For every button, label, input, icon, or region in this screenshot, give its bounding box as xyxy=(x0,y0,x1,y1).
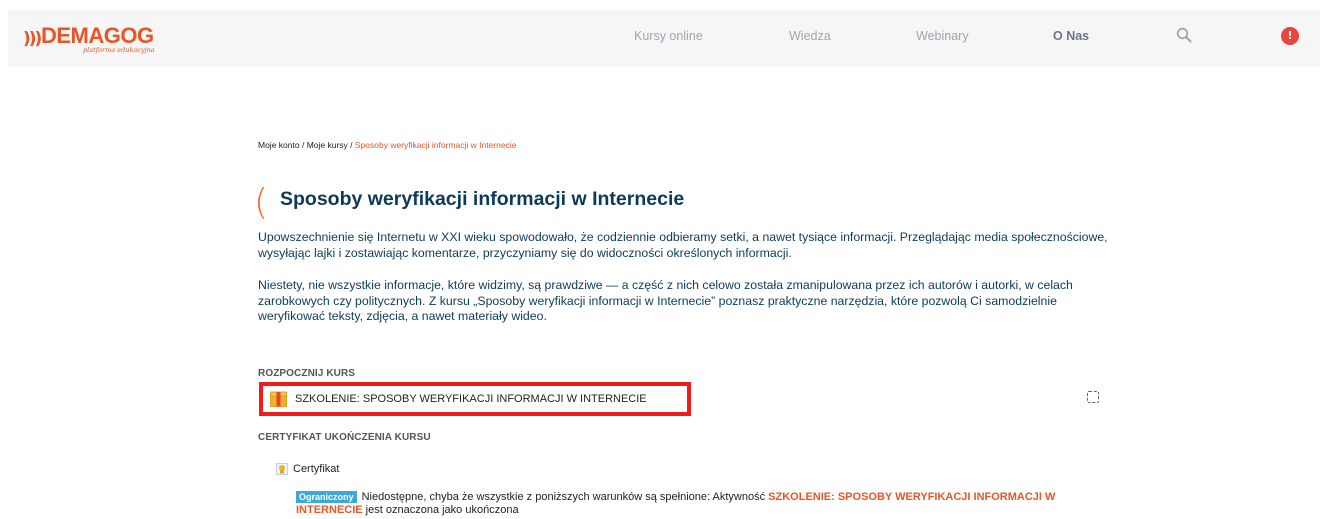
search-icon[interactable] xyxy=(1176,27,1192,43)
activity-training-link[interactable]: SZKOLENIE: SPOSOBY WERYFIKACJI INFORMACJ… xyxy=(259,382,691,416)
section-heading-certificate: CERTYFIKAT UKOŃCZENIA KURSU xyxy=(258,432,431,443)
restriction-text: Niedostępne, chyba że wszystkie z poniżs… xyxy=(361,491,769,503)
breadcrumb: Moje konto / Moje kursy / Sposoby weryfi… xyxy=(258,140,516,150)
restriction-text-end: jest oznaczona jako ukończona xyxy=(362,504,519,516)
package-icon xyxy=(270,391,287,407)
sound-waves-icon: ))) xyxy=(23,29,42,49)
certificate-activity-link[interactable]: Certyfikat xyxy=(293,463,339,475)
top-navbar: ))) DEMAGOG platforma edukacyjna Kursy o… xyxy=(8,10,1320,67)
breadcrumb-separator: / xyxy=(299,140,307,150)
title-bracket-decoration: ( xyxy=(254,182,269,223)
section-heading-start-course: ROZPOCZNIJ KURS xyxy=(258,368,356,379)
course-description-paragraph: Upowszechnienie się Internetu w XXI wiek… xyxy=(258,230,1108,260)
breadcrumb-separator: / xyxy=(347,140,355,150)
demagog-logo[interactable]: ))) DEMAGOG platforma edukacyjna xyxy=(23,23,173,54)
nav-item-o-nas[interactable]: O Nas xyxy=(1053,29,1089,43)
logo-tagline: platforma edukacyjna xyxy=(83,46,155,54)
page-title: Sposoby weryfikacji informacji w Interne… xyxy=(280,188,685,210)
nav-item-kursy-online[interactable]: Kursy online xyxy=(634,29,703,43)
course-description-paragraph: Niestety, nie wszystkie informacje, któr… xyxy=(258,278,1073,323)
restricted-badge: Ograniczony xyxy=(296,491,357,503)
breadcrumb-moje-kursy[interactable]: Moje kursy xyxy=(307,140,348,150)
completion-checkbox[interactable] xyxy=(1087,391,1099,403)
alert-icon[interactable]: ! xyxy=(1281,27,1299,45)
certificate-icon xyxy=(276,463,288,475)
activity-name[interactable]: SZKOLENIE: SPOSOBY WERYFIKACJI INFORMACJ… xyxy=(295,393,647,405)
nav-item-webinary[interactable]: Webinary xyxy=(916,29,969,43)
breadcrumb-current: Sposoby weryfikacji informacji w Interne… xyxy=(354,140,517,150)
breadcrumb-moje-konto[interactable]: Moje konto xyxy=(258,140,300,150)
restriction-notice: Ograniczony Niedostępne, chyba że wszyst… xyxy=(296,491,1096,517)
nav-item-wiedza[interactable]: Wiedza xyxy=(789,29,831,43)
